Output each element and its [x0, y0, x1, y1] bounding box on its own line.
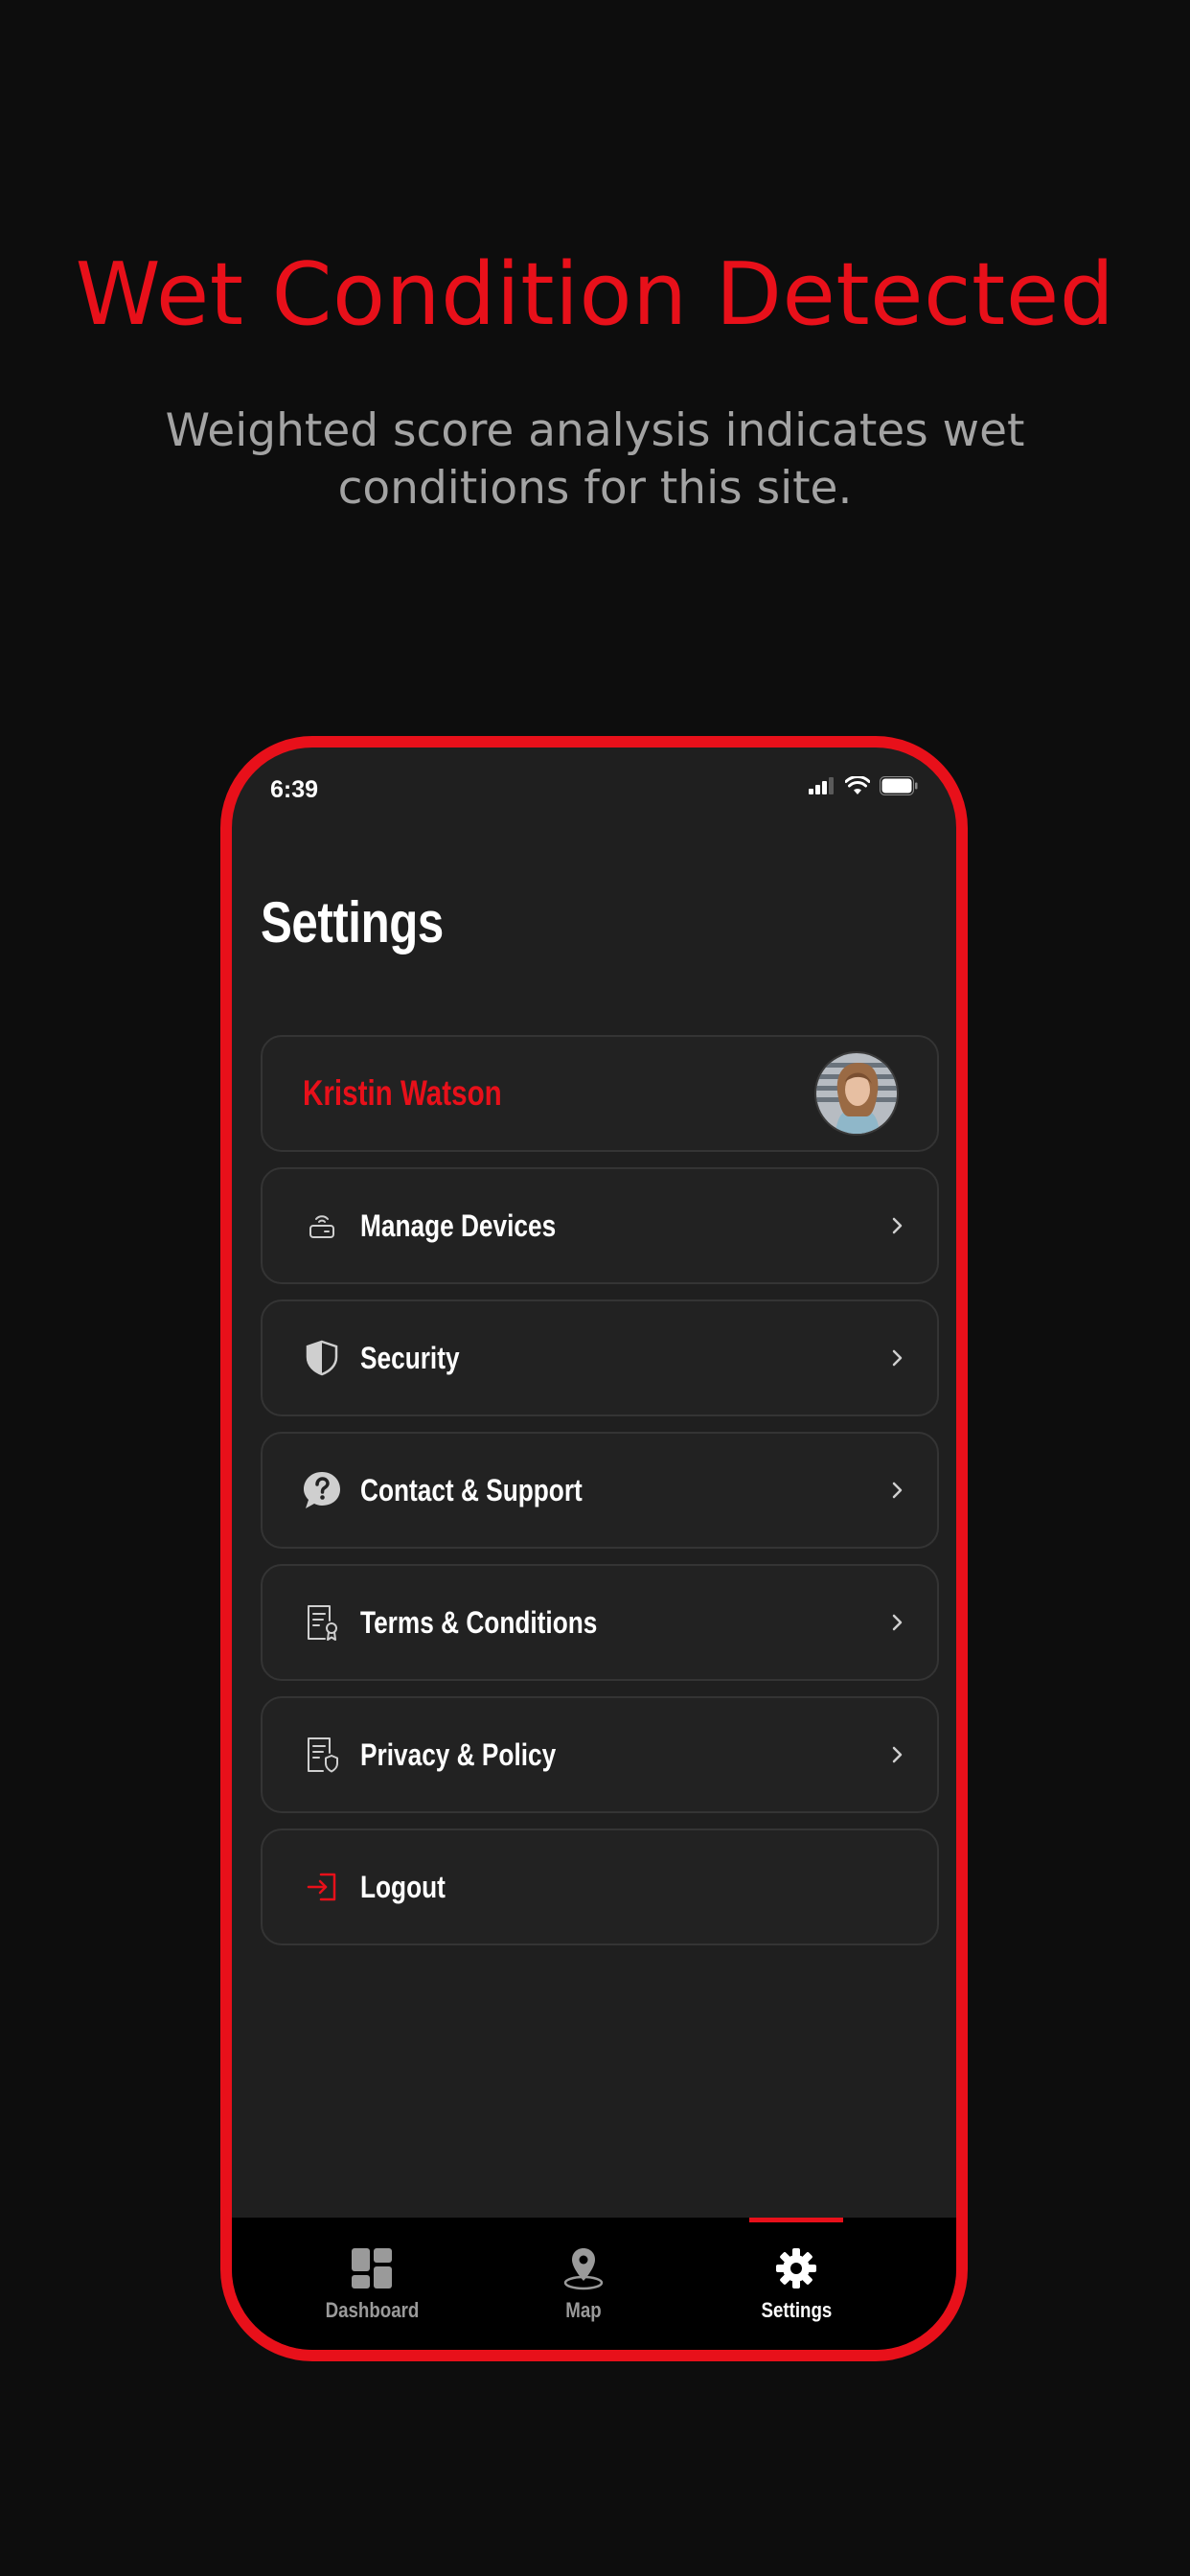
page-title: Settings — [261, 890, 444, 954]
profile-card[interactable]: Kristin Watson — [261, 1035, 939, 1152]
menu-item-contact-support[interactable]: Contact & Support — [261, 1432, 939, 1549]
chevron-right-icon — [892, 1349, 903, 1367]
chevron-right-icon — [892, 1217, 903, 1234]
avatar[interactable] — [814, 1051, 899, 1136]
menu-item-label: Logout — [360, 1869, 446, 1904]
hero-headline: Wet Condition Detected — [75, 244, 1115, 345]
certificate-document-icon — [301, 1601, 343, 1644]
menu-item-security[interactable]: Security — [261, 1300, 939, 1416]
phone-frame: 6:39 Settings Kristin Watson Manage Devi… — [220, 736, 968, 2361]
cellular-signal-icon — [809, 777, 834, 794]
logout-icon — [301, 1866, 343, 1908]
menu-item-privacy-policy[interactable]: Privacy & Policy — [261, 1696, 939, 1813]
tab-label: Map — [565, 2298, 602, 2322]
tab-label: Dashboard — [325, 2298, 419, 2322]
tab-bar: Dashboard Map Settings — [232, 2218, 956, 2350]
chevron-right-icon — [892, 1746, 903, 1763]
chevron-right-icon — [892, 1482, 903, 1499]
menu-item-label: Security — [360, 1340, 460, 1375]
tab-map[interactable]: Map — [488, 2246, 679, 2323]
profile-name: Kristin Watson — [303, 1073, 502, 1113]
menu-item-terms-conditions[interactable]: Terms & Conditions — [261, 1564, 939, 1681]
router-icon — [301, 1205, 343, 1247]
tab-dashboard[interactable]: Dashboard — [276, 2246, 468, 2323]
menu-item-label: Privacy & Policy — [360, 1736, 557, 1772]
hero-subtext: Weighted score analysis indicates wet co… — [165, 404, 1025, 515]
status-time: 6:39 — [270, 776, 319, 803]
gear-icon — [776, 2248, 816, 2288]
menu-item-manage-devices[interactable]: Manage Devices — [261, 1167, 939, 1284]
status-icons — [809, 776, 918, 795]
menu-item-label: Terms & Conditions — [360, 1604, 598, 1640]
help-bubble-icon — [301, 1469, 343, 1511]
menu-item-logout[interactable]: Logout — [261, 1828, 939, 1945]
tab-label: Settings — [761, 2298, 832, 2322]
active-tab-indicator — [749, 2218, 843, 2222]
battery-icon — [880, 776, 918, 795]
wifi-icon — [845, 776, 870, 794]
chevron-right-icon — [892, 1614, 903, 1631]
privacy-document-icon — [301, 1734, 343, 1776]
status-bar: 6:39 — [232, 748, 956, 824]
map-pin-icon — [563, 2248, 604, 2290]
dashboard-icon — [352, 2248, 392, 2288]
menu-item-label: Manage Devices — [360, 1208, 557, 1243]
menu-item-label: Contact & Support — [360, 1472, 583, 1507]
tab-settings[interactable]: Settings — [700, 2246, 892, 2323]
shield-icon — [301, 1337, 343, 1379]
